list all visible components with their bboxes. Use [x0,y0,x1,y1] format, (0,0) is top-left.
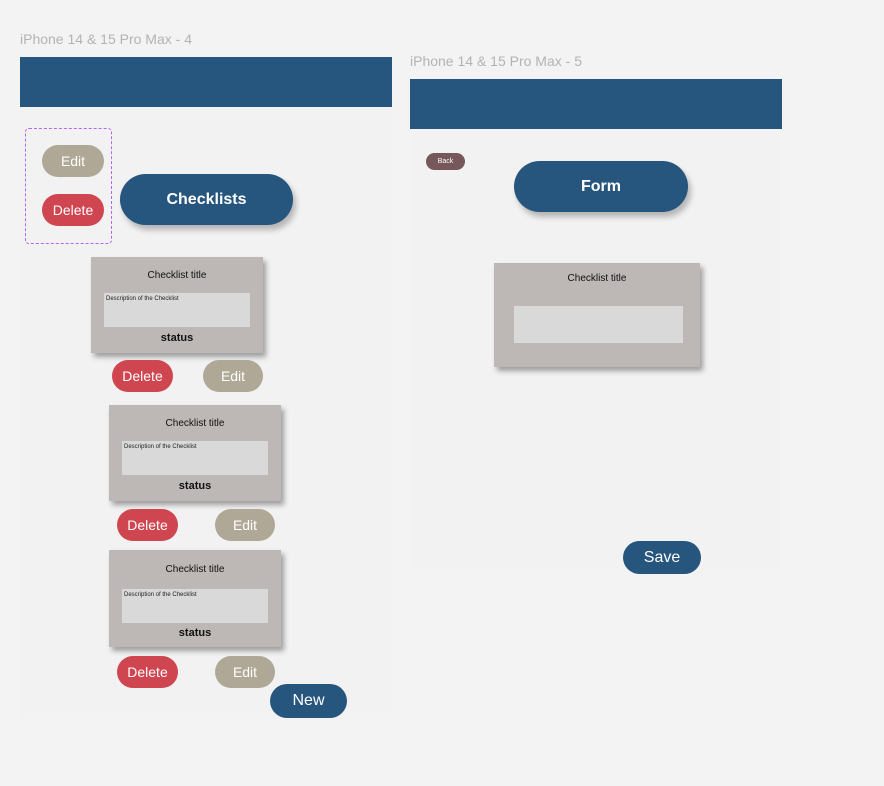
app-header [20,57,392,107]
description-field[interactable] [514,306,683,343]
delete-checklist-button[interactable]: Delete [117,656,178,688]
checklist-description: Description of the Checklist [122,441,268,475]
save-button[interactable]: Save [623,541,701,574]
checklist-title: Checklist title [165,418,225,429]
checklist-title-label: Checklist title [567,273,627,284]
component-delete-button[interactable]: Delete [42,194,104,226]
new-checklist-button[interactable]: New [270,684,347,718]
back-button[interactable]: Back [426,153,465,170]
component-edit-button[interactable]: Edit [42,145,104,177]
checklist-card[interactable]: Checklist title Description of the Check… [109,550,281,647]
checklist-description: Description of the Checklist [104,293,250,327]
edit-checklist-button[interactable]: Edit [203,360,263,392]
checklist-status: status [178,480,212,492]
checklist-title: Checklist title [165,564,225,575]
checklist-status: status [160,332,194,344]
list-screen-frame: Edit Delete Checklists Checklist title D… [20,57,392,718]
checklist-description: Description of the Checklist [122,589,268,623]
frame-label-list: iPhone 14 & 15 Pro Max - 4 [20,31,192,47]
checklist-card[interactable]: Checklist title Description of the Check… [91,257,263,353]
form-screen-frame: Back Form Checklist title Save [410,79,782,574]
edit-checklist-button[interactable]: Edit [215,509,275,541]
checklist-card[interactable]: Checklist title Description of the Check… [109,405,281,501]
delete-checklist-button[interactable]: Delete [117,509,178,541]
frame-label-form: iPhone 14 & 15 Pro Max - 5 [410,53,582,69]
checklists-title-button[interactable]: Checklists [120,174,293,225]
form-title-button[interactable]: Form [514,161,688,212]
checklist-form-card: Checklist title [494,263,700,367]
delete-checklist-button[interactable]: Delete [112,360,173,392]
checklist-title: Checklist title [147,270,207,281]
checklist-status: status [178,627,212,639]
app-header [410,79,782,129]
edit-checklist-button[interactable]: Edit [215,656,275,688]
